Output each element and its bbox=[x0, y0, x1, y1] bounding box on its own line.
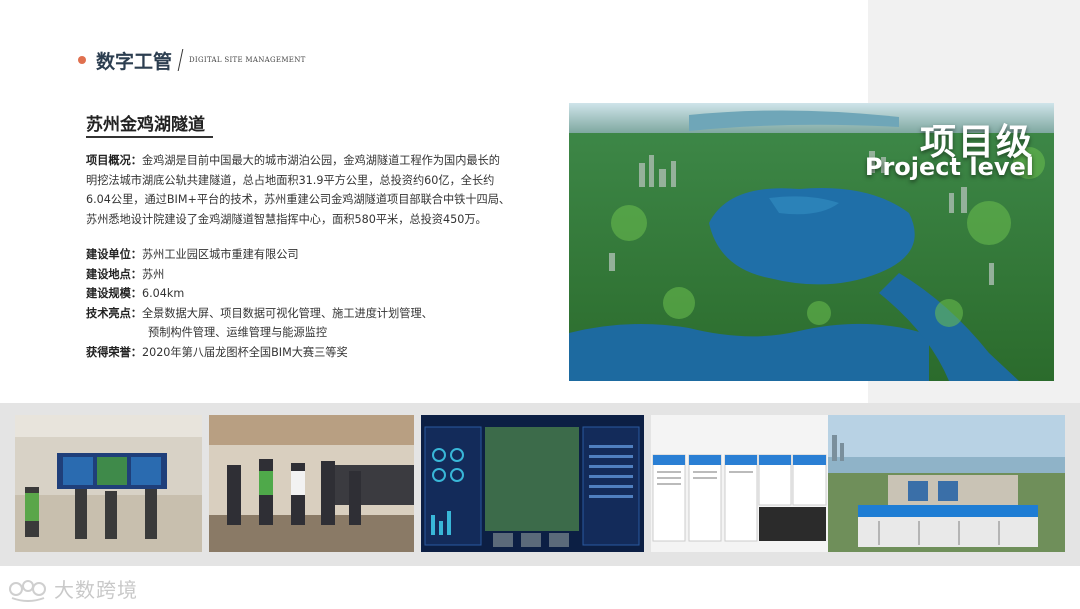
project-details: 建设单位：苏州工业园区城市重建有限公司 建设地点：苏州 建设规模：6.04km … bbox=[86, 245, 433, 363]
gallery-photo-dashboard bbox=[421, 415, 644, 552]
detail-label: 技术亮点： bbox=[86, 306, 142, 320]
watermark-logo: 大数跨境 bbox=[8, 574, 138, 603]
watermark-text: 大数跨境 bbox=[54, 578, 138, 602]
detail-value: 2020年第八届龙图杯全国BIM大赛三等奖 bbox=[141, 345, 348, 359]
gallery-photo-site-visit bbox=[209, 415, 414, 552]
detail-row-builder: 建设单位：苏州工业园区城市重建有限公司 bbox=[86, 245, 433, 265]
section-header: 数字工管 DIGITAL SITE MANAGEMENT bbox=[78, 47, 306, 73]
detail-label: 建设地点： bbox=[86, 267, 142, 281]
overview-line: 苏州悉地设计院建设了金鸡湖隧道智慧指挥中心，面积580平米，总投资450万。 bbox=[86, 212, 487, 226]
detail-value: 苏州工业园区城市重建有限公司 bbox=[141, 248, 299, 261]
gallery-photo-construction-site bbox=[828, 415, 1065, 552]
gallery-photo-command-center bbox=[15, 415, 202, 552]
detail-row-location: 建设地点：苏州 bbox=[86, 265, 433, 285]
detail-label: 建设规模： bbox=[86, 287, 142, 301]
section-subtitle: DIGITAL SITE MANAGEMENT bbox=[189, 56, 306, 64]
detail-value: 苏州 bbox=[141, 267, 165, 281]
detail-row-highlights: 技术亮点：全景数据大屏、项目数据可视化管理、施工进度计划管理、 bbox=[86, 304, 433, 324]
hero-aerial-image: 项目级 Project level bbox=[569, 103, 1054, 381]
project-title: 苏州金鸡湖隧道 bbox=[86, 115, 205, 135]
detail-label: 建设单位： bbox=[86, 248, 142, 261]
section-title: 数字工管 bbox=[96, 50, 173, 73]
project-level-badge-en: Project level bbox=[864, 153, 1034, 181]
overview-line: 明挖法城市湖底公轨共建隧道，总占地面积31.9平方公里，总投资约60亿，全长约 bbox=[86, 173, 495, 187]
overview-line: 6.04公里，通过BIM+平台的技术，苏州重建公司金鸡湖隧道项目部联合中铁十四局… bbox=[86, 193, 511, 207]
overview-label: 项目概况： bbox=[86, 154, 142, 167]
brand-logo-icon bbox=[9, 579, 46, 602]
bullet-dot-icon bbox=[78, 56, 86, 64]
detail-highlights-cont: 预制构件管理、运维管理与能源监控 bbox=[148, 326, 328, 340]
detail-row-scale: 建设规模：6.04km bbox=[86, 284, 433, 304]
gallery-photo-mobile-app bbox=[651, 415, 828, 552]
detail-value: 6.04km bbox=[141, 287, 185, 301]
project-overview: 项目概况：金鸡湖是目前中国最大的城市湖泊公园，金鸡湖隧道工程作为国内最长的 明挖… bbox=[86, 151, 556, 229]
project-title-underline bbox=[86, 136, 213, 138]
detail-row-award: 获得荣誉：2020年第八届龙图杯全国BIM大赛三等奖 bbox=[86, 343, 433, 363]
title-divider bbox=[177, 49, 184, 71]
detail-value: 全景数据大屏、项目数据可视化管理、施工进度计划管理、 bbox=[141, 306, 433, 320]
footer bbox=[0, 566, 1080, 609]
overview-line: 金鸡湖是目前中国最大的城市湖泊公园，金鸡湖隧道工程作为国内最长的 bbox=[141, 154, 500, 167]
detail-label: 获得荣誉： bbox=[86, 345, 142, 359]
